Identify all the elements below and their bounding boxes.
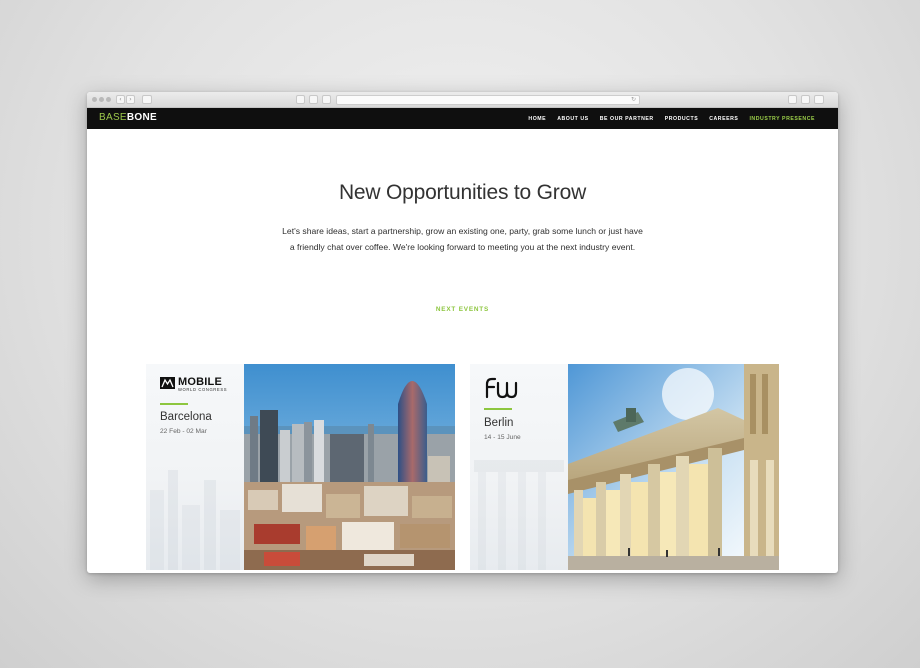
basebone-logo[interactable]: BASEBONE <box>99 112 157 124</box>
logo-part-base: BASE <box>99 112 127 123</box>
share-icon[interactable] <box>788 95 797 104</box>
minimize-window-dot[interactable] <box>99 97 104 102</box>
event-info-panel: MOBILE WORLD CONGRESS Barcelona 22 Feb -… <box>146 364 244 570</box>
event-info-panel: Berlin 14 - 15 June <box>470 364 568 570</box>
brandenburg-gate-photo <box>568 364 779 570</box>
intro-line-2: a friendly chat over coffee. We're looki… <box>289 242 636 252</box>
nav-item-be-our-partner[interactable]: BE OUR PARTNER <box>600 116 654 122</box>
tabs-icon[interactable] <box>801 95 810 104</box>
bookmarks-icon[interactable] <box>322 95 331 104</box>
nav-item-home[interactable]: HOME <box>528 116 546 122</box>
event-card-berlin[interactable]: Berlin 14 - 15 June <box>470 364 779 570</box>
intro-text: Let's share ideas, start a partnership, … <box>237 223 688 255</box>
browser-toolbar: ‹ › ↻ <box>87 92 838 108</box>
faded-city-backdrop <box>150 470 240 570</box>
event-dates: 22 Feb - 02 Mar <box>160 428 207 435</box>
nav-item-industry-presence[interactable]: INDUSTRY PRESENCE <box>749 116 815 122</box>
accent-divider <box>484 408 512 410</box>
main-menu: HOME ABOUT US BE OUR PARTNER PRODUCTS CA… <box>528 108 815 129</box>
mobile-world-congress-logo: MOBILE WORLD CONGRESS <box>160 377 227 392</box>
intro-line-1: Let's share ideas, start a partnership, … <box>282 226 643 236</box>
site-navbar: BASEBONE HOME ABOUT US BE OUR PARTNER PR… <box>87 108 838 129</box>
faded-gate-backdrop <box>474 460 564 570</box>
home-icon[interactable] <box>296 95 305 104</box>
event-card-barcelona[interactable]: MOBILE WORLD CONGRESS Barcelona 22 Feb -… <box>146 364 455 570</box>
reader-icon[interactable] <box>309 95 318 104</box>
mwc-mark-icon <box>160 377 175 389</box>
nav-item-products[interactable]: PRODUCTS <box>665 116 699 122</box>
fw-event-logo-icon <box>485 377 518 399</box>
event-city: Barcelona <box>160 411 212 423</box>
accent-divider <box>160 403 188 405</box>
event-dates: 14 - 15 June <box>484 434 521 441</box>
sidebar-toggle-icon[interactable] <box>142 95 152 104</box>
event-city: Berlin <box>484 417 514 429</box>
logo-part-bone: BONE <box>126 112 157 123</box>
nav-item-careers[interactable]: CAREERS <box>709 116 738 122</box>
browser-window: ‹ › ↻ BASEBONE HOME ABOUT US BE OUR PART… <box>87 92 838 573</box>
next-events-label: NEXT EVENTS <box>435 306 490 313</box>
nav-item-about-us[interactable]: ABOUT US <box>557 116 589 122</box>
close-window-dot[interactable] <box>92 97 97 102</box>
barcelona-skyline-photo <box>244 364 455 570</box>
back-button[interactable]: ‹ <box>116 95 125 104</box>
forward-button[interactable]: › <box>126 95 135 104</box>
address-bar[interactable]: ↻ <box>336 95 640 105</box>
zoom-window-dot[interactable] <box>106 97 111 102</box>
downloads-icon[interactable] <box>814 95 824 104</box>
reload-icon[interactable]: ↻ <box>631 96 636 104</box>
mwc-logo-subtitle: WORLD CONGRESS <box>178 387 228 392</box>
mwc-logo-title: MOBILE <box>178 376 222 388</box>
page-title: New Opportunities to Grow <box>338 181 587 204</box>
